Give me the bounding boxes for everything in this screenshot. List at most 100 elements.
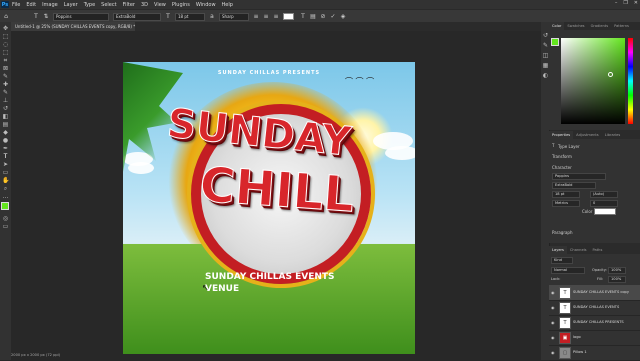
menu-plugins[interactable]: Plugins [172,2,190,8]
align-right-icon[interactable]: ≡ [273,13,279,20]
lasso-tool-icon[interactable]: ◌ [2,41,9,48]
layer-row[interactable]: ◉ T SUNDAY CHILLAS EVENTS [549,300,640,316]
learn-panel-icon[interactable]: ◫ [542,52,549,59]
crop-tool-icon[interactable]: ⌗ [2,57,9,64]
tab-layers[interactable]: Layers [549,246,567,254]
blur-tool-icon[interactable]: ◆ [2,129,9,136]
quick-mask-icon[interactable]: ◎ [2,215,9,222]
gradient-tool-icon[interactable]: ▤ [2,121,9,128]
restore-button[interactable]: ❐ [623,0,627,6]
prop-font-family-select[interactable]: Poppins [552,173,606,180]
tab-patterns[interactable]: Patterns [611,22,632,30]
layer-row[interactable]: ◉ ▢ Pillow 1 [549,345,640,361]
menu-type[interactable]: Type [84,2,95,8]
color-panel-foreground-swatch[interactable] [551,38,559,46]
menu-select[interactable]: Select [101,2,116,8]
type-tool-icon[interactable]: T [33,13,39,20]
text-orientation-icon[interactable]: ⇅ [43,13,49,20]
visibility-eye-icon[interactable]: ◉ [551,320,555,325]
menu-image[interactable]: Image [42,2,58,8]
clone-stamp-icon[interactable]: ⊥ [2,97,9,104]
zoom-tool-icon[interactable]: ⌕ [2,185,9,192]
font-family-select[interactable]: Poppins [53,12,109,21]
tab-properties[interactable]: Properties [549,131,574,139]
visibility-eye-icon[interactable]: ◉ [551,335,555,340]
layer-name[interactable]: SUNDAY CHILLAS PRESENTS [573,320,624,324]
font-size-select[interactable]: 18 pt [175,12,205,21]
layer-row[interactable]: ◉ T SUNDAY CHILLAS PRESENTS [549,315,640,331]
tab-libraries[interactable]: Libraries [602,131,624,139]
align-left-icon[interactable]: ≡ [253,13,259,20]
hand-tool-icon[interactable]: ✋ [2,177,9,184]
home-icon[interactable]: ⌂ [3,13,9,20]
venue-text[interactable]: VENUE [205,284,239,294]
minimize-button[interactable]: – [615,0,618,6]
layer-name[interactable]: Pillow 1 [573,350,587,354]
type-tool-icon-active[interactable]: T [2,153,9,160]
fill-input[interactable]: 100% [608,276,626,283]
warp-text-icon[interactable]: T [300,13,306,20]
align-center-icon[interactable]: ≡ [263,13,269,20]
shape-tool-icon[interactable]: ▭ [2,169,9,176]
visibility-eye-icon[interactable]: ◉ [551,350,555,355]
color-picker-handle[interactable] [608,72,613,77]
move-tool-icon[interactable]: ✥ [2,25,9,32]
foreground-color-swatch[interactable] [1,202,9,210]
layer-filter-kind[interactable]: Kind [551,257,573,264]
app-logo[interactable]: Ps [1,1,9,8]
visibility-eye-icon[interactable]: ◉ [551,290,555,295]
antialias-select[interactable]: Sharp [219,12,249,21]
menu-window[interactable]: Window [196,2,216,8]
prop-tracking-select[interactable]: 0 [590,200,618,207]
menu-view[interactable]: View [154,2,166,8]
layer-row[interactable]: ◉ T SUNDAY CHILLAS EVENTS copy [549,285,640,301]
menu-3d[interactable]: 3D [141,2,148,8]
blend-mode-select[interactable]: Normal [551,267,585,274]
layer-row[interactable]: ◉ ▣ logo [549,330,640,346]
prop-font-size-select[interactable]: 18 pt [552,191,580,198]
event-name-text[interactable]: SUNDAY CHILLAS EVENTS [205,272,335,282]
3d-icon[interactable]: ◈ [340,13,346,20]
text-color-swatch[interactable] [283,13,294,20]
menu-filter[interactable]: Filter [123,2,135,8]
brush-tool-icon[interactable]: ✎ [2,89,9,96]
pen-tool-icon[interactable]: ✒ [2,145,9,152]
opacity-input[interactable]: 100% [608,267,626,274]
path-select-icon[interactable]: ➤ [2,161,9,168]
cancel-button[interactable]: ⊘ [320,13,326,20]
prop-font-style-select[interactable]: ExtraBold [552,182,596,189]
menu-help[interactable]: Help [222,2,233,8]
character-panel-icon[interactable]: ▤ [310,13,316,20]
tab-adjustments[interactable]: Adjustments [573,131,602,139]
visibility-eye-icon[interactable]: ◉ [551,305,555,310]
tab-swatches[interactable]: Swatches [564,22,587,30]
more-tools-icon[interactable]: … [2,193,9,200]
layer-name[interactable]: SUNDAY CHILLAS EVENTS [573,305,619,309]
eraser-tool-icon[interactable]: ◧ [2,113,9,120]
poster-canvas[interactable]: SUNDAY CHILLAS PRESENTS ⌒ ⌒ ⌒ SUNDAY CHI… [123,62,415,354]
object-select-icon[interactable]: ⬚ [2,49,9,56]
history-brush-icon[interactable]: ↺ [2,105,9,112]
menu-layer[interactable]: Layer [64,2,78,8]
document-tab[interactable]: Untitled-1 @ 25% (SUNDAY CHILLAS EVENTS … [11,22,135,31]
adjust-panel-icon[interactable]: ◐ [542,72,549,79]
prop-color-swatch[interactable] [594,208,616,215]
close-button[interactable]: ✕ [634,0,638,6]
paragraph-section[interactable]: Paragraph [552,230,573,235]
eyedropper-icon[interactable]: ✎ [2,73,9,80]
prop-leading-select[interactable]: (Auto) [590,191,618,198]
screen-mode-icon[interactable]: ▭ [2,223,9,230]
libraries-panel-icon[interactable]: ▦ [542,62,549,69]
menu-file[interactable]: File [12,2,20,8]
hue-slider[interactable] [628,38,633,124]
menu-edit[interactable]: Edit [26,2,36,8]
color-picker-field[interactable] [561,38,625,124]
tab-channels[interactable]: Channels [567,246,590,254]
marquee-tool-icon[interactable]: ⬚ [2,33,9,40]
character-section[interactable]: Character [552,165,572,170]
layer-name[interactable]: SUNDAY CHILLAS EVENTS copy [573,290,629,294]
font-style-select[interactable]: ExtraBold [113,12,161,21]
healing-brush-icon[interactable]: ✚ [2,81,9,88]
layer-name[interactable]: logo [573,335,581,339]
commit-button[interactable]: ✓ [330,13,336,20]
